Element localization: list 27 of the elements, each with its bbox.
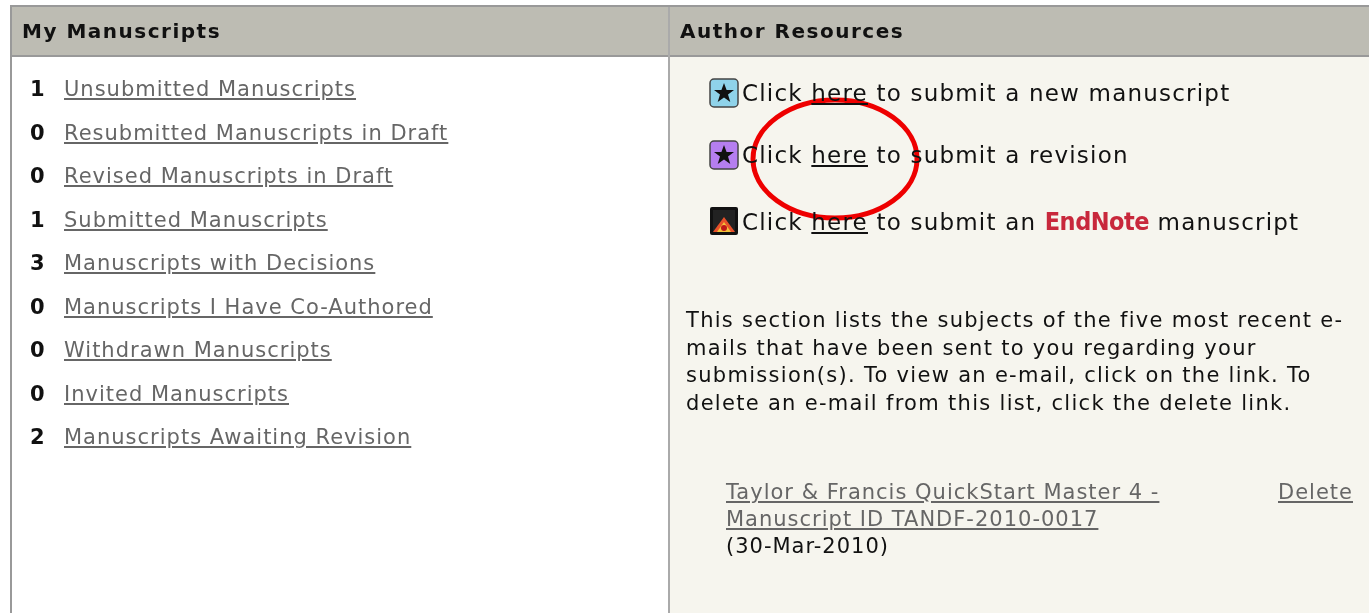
- manuscript-link[interactable]: Revised Manuscripts in Draft: [64, 164, 394, 188]
- email-section-description: This section lists the subjects of the five most recent e-mails that have been sent to you regarding your submission(s). To view an e-mail, click on the link. To delete an e-mail from this list, click the delete link.: [686, 307, 1345, 417]
- manuscript-count: 3: [30, 251, 47, 275]
- manuscript-link[interactable]: Manuscripts Awaiting Revision: [64, 425, 412, 449]
- manuscript-count: 0: [30, 338, 47, 362]
- manuscript-count: 2: [30, 425, 47, 449]
- manuscript-count: 1: [30, 77, 47, 101]
- manuscript-link[interactable]: Submitted Manuscripts: [64, 207, 328, 232]
- here-link[interactable]: here: [811, 142, 868, 168]
- delete-link[interactable]: Delete: [1278, 479, 1353, 533]
- email-date: (30-Mar-2010): [726, 533, 890, 560]
- manuscript-link[interactable]: Resubmitted Manuscripts in Draft: [64, 120, 449, 145]
- manuscript-link[interactable]: Invited Manuscripts: [64, 381, 289, 406]
- panel-title: Author Resources: [680, 19, 905, 43]
- manuscript-count: 0: [30, 164, 47, 188]
- manuscript-link[interactable]: Withdrawn Manuscripts: [64, 338, 332, 362]
- endnote-logo: EndNote: [1044, 206, 1150, 236]
- manuscript-count: 0: [30, 294, 47, 319]
- endnote-icon: [708, 205, 740, 237]
- email-subject-link[interactable]: Taylor & Francis QuickStart Master 4 - Manuscript ID TANDF-2010-0017: [726, 479, 1206, 533]
- manuscript-count: 0: [30, 381, 47, 406]
- manuscript-link[interactable]: Unsubmitted Manuscripts: [64, 77, 356, 101]
- panel-title: My Manuscripts: [22, 19, 222, 43]
- manuscript-link[interactable]: Manuscripts I Have Co-Authored: [64, 294, 433, 319]
- manuscript-count: 0: [30, 120, 47, 145]
- manuscript-count: 1: [30, 207, 47, 232]
- manuscript-link[interactable]: Manuscripts with Decisions: [64, 251, 376, 275]
